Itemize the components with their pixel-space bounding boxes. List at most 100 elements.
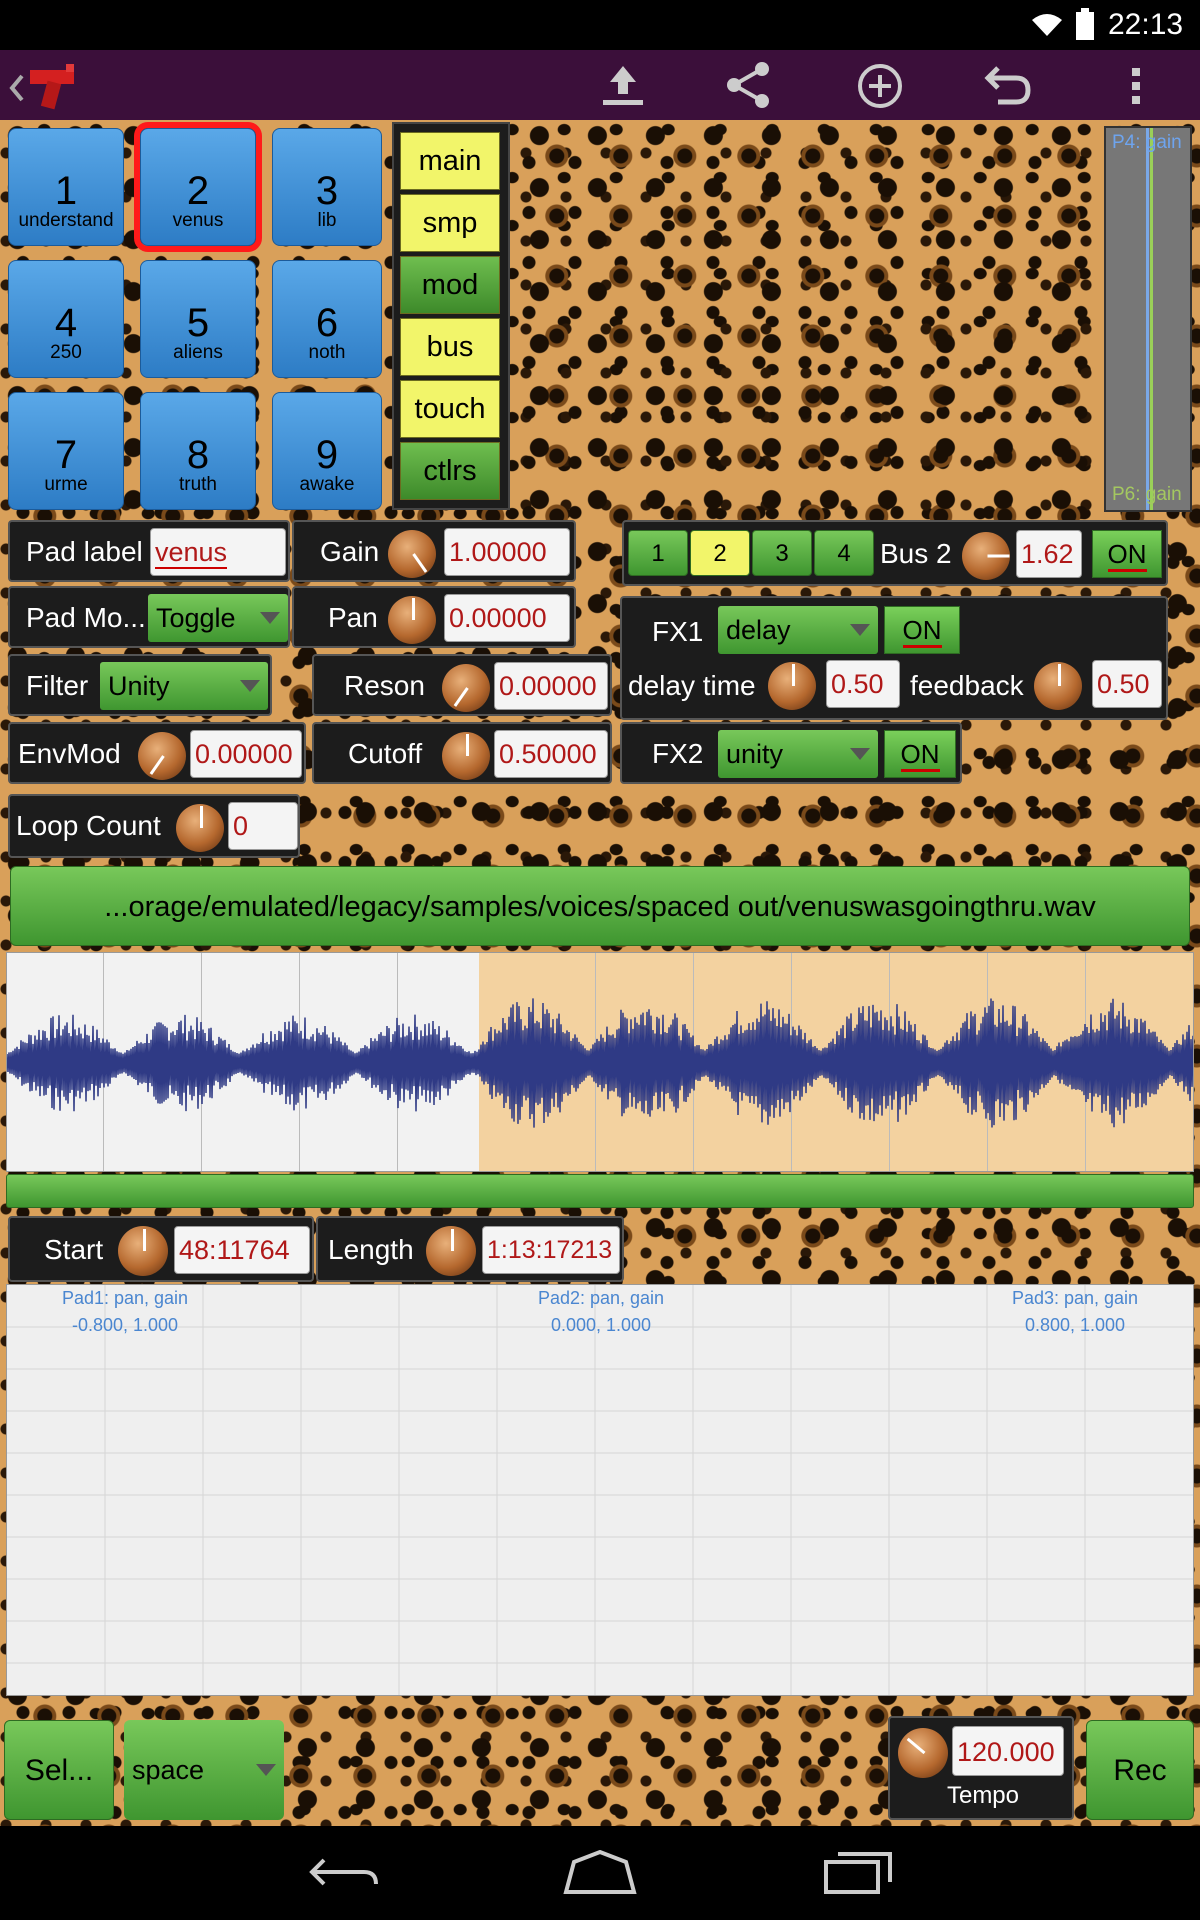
- bus-button-1[interactable]: 1: [628, 530, 688, 576]
- length-input[interactable]: 1:13:17213: [482, 1226, 620, 1274]
- upload-icon[interactable]: [598, 62, 648, 108]
- status-bar: 22:13: [0, 0, 1200, 50]
- pad-label: urme: [44, 474, 88, 495]
- filter-label: Filter: [26, 670, 89, 701]
- filter-dropdown[interactable]: Unity: [100, 662, 268, 710]
- delay-time-knob[interactable]: [768, 662, 816, 710]
- bus-button-3[interactable]: 3: [752, 530, 812, 576]
- pad-1[interactable]: 1 understand: [8, 128, 124, 246]
- pad-number: 9: [315, 433, 339, 477]
- undo-icon[interactable]: [984, 62, 1032, 110]
- waveform-view[interactable]: [6, 952, 1194, 1172]
- length-panel: Length 1:13:17213: [316, 1216, 624, 1282]
- reson-panel: Reson 0.00000: [312, 654, 612, 716]
- clock: 22:13: [1108, 8, 1184, 41]
- pad-number: 6: [315, 301, 339, 345]
- pad-mode-label: Pad Mo...: [26, 602, 146, 633]
- tempo-input[interactable]: 120.000: [952, 1726, 1064, 1776]
- fx2-on-button[interactable]: ON: [884, 730, 956, 778]
- xy-pad-area[interactable]: Pad1: pan, gain -0.800, 1.000 Pad2: pan,…: [6, 1284, 1194, 1696]
- length-knob[interactable]: [426, 1226, 476, 1276]
- action-bar: [0, 50, 1200, 120]
- start-label: Start: [44, 1234, 104, 1265]
- pad-label-input[interactable]: venus: [150, 528, 286, 576]
- bus-button-2[interactable]: 2: [690, 530, 750, 576]
- delay-time-input[interactable]: 0.50: [826, 660, 900, 708]
- bus-button-4[interactable]: 4: [814, 530, 874, 576]
- xy-grid: [7, 1285, 1193, 1695]
- cutoff-input[interactable]: 0.50000: [494, 730, 608, 778]
- overflow-menu-icon[interactable]: [1124, 62, 1148, 110]
- pad-number: 1: [54, 169, 78, 213]
- tab-bus[interactable]: bus: [400, 318, 500, 376]
- feedback-input[interactable]: 0.50: [1092, 660, 1162, 708]
- tempo-knob[interactable]: [898, 1728, 948, 1778]
- tab-main[interactable]: main: [400, 132, 500, 190]
- gain-input[interactable]: 1.00000: [444, 528, 570, 576]
- pad-label: noth: [308, 342, 346, 363]
- mode-dropdown[interactable]: space: [124, 1720, 284, 1820]
- xy-pad1-title: Pad1: pan, gain: [61, 1288, 189, 1308]
- tab-touch[interactable]: touch: [400, 380, 500, 438]
- pad-2[interactable]: 2 venus: [134, 122, 262, 252]
- fx2-effect-dropdown[interactable]: unity: [718, 730, 878, 778]
- nav-recents-icon[interactable]: [822, 1850, 894, 1894]
- gain-knob[interactable]: [388, 530, 436, 578]
- fx1-label: FX1: [652, 616, 704, 647]
- nav-back-icon[interactable]: [308, 1852, 380, 1892]
- app-logo-icon[interactable]: [26, 58, 82, 112]
- cutoff-panel: Cutoff 0.50000: [312, 722, 612, 784]
- reson-label: Reson: [344, 670, 425, 701]
- start-knob[interactable]: [118, 1226, 168, 1276]
- pan-label: Pan: [328, 602, 378, 633]
- pad-5[interactable]: 5 aliens: [140, 260, 256, 378]
- waveform-scrollbar[interactable]: [6, 1174, 1194, 1208]
- gain-label: Gain: [320, 536, 380, 567]
- pan-knob[interactable]: [388, 596, 436, 644]
- reson-knob[interactable]: [442, 664, 490, 712]
- feedback-knob[interactable]: [1034, 662, 1082, 710]
- feedback-label: feedback: [910, 670, 1024, 701]
- add-icon[interactable]: [856, 62, 904, 110]
- pad-6[interactable]: 6 noth: [272, 260, 382, 378]
- fx2-label: FX2: [652, 738, 704, 769]
- fx1-on-button[interactable]: ON: [884, 606, 960, 654]
- envmod-knob[interactable]: [138, 732, 186, 780]
- bus-knob[interactable]: [962, 532, 1010, 580]
- share-icon[interactable]: [724, 60, 774, 110]
- back-chevron-icon[interactable]: [6, 66, 26, 106]
- pad-9[interactable]: 9 awake: [272, 392, 382, 510]
- tab-mod[interactable]: mod: [400, 256, 500, 314]
- bus-input[interactable]: 1.62: [1016, 530, 1082, 578]
- pad-mode-dropdown[interactable]: Toggle: [148, 594, 288, 642]
- loop-count-knob[interactable]: [176, 804, 224, 852]
- tempo-label: Tempo: [946, 1782, 1020, 1809]
- fx1-effect-dropdown[interactable]: delay: [718, 606, 878, 654]
- reson-input[interactable]: 0.00000: [494, 662, 608, 710]
- pad-8[interactable]: 8 truth: [140, 392, 256, 510]
- bus-panel: 1 2 3 4 Bus 2 1.62 ON: [622, 520, 1168, 586]
- pad-label: 250: [50, 342, 82, 363]
- select-button[interactable]: Sel...: [4, 1720, 114, 1820]
- gain-meter[interactable]: P4: gain P6: gain: [1104, 126, 1192, 512]
- bus-on-button[interactable]: ON: [1092, 530, 1162, 578]
- tab-smp[interactable]: smp: [400, 194, 500, 252]
- envmod-input[interactable]: 0.00000: [190, 730, 302, 778]
- nav-home-icon[interactable]: [562, 1849, 638, 1894]
- pad-3[interactable]: 3 lib: [272, 128, 382, 246]
- pad-label: truth: [178, 474, 218, 495]
- pad-4[interactable]: 4 250: [8, 260, 124, 378]
- xy-pad2-title: Pad2: pan, gain: [537, 1288, 665, 1308]
- pan-input[interactable]: 0.00000: [444, 594, 570, 642]
- cutoff-knob[interactable]: [442, 732, 490, 780]
- loop-count-input[interactable]: 0: [228, 802, 298, 850]
- pad-label: venus: [172, 210, 224, 231]
- record-button[interactable]: Rec: [1086, 1720, 1194, 1820]
- pad-number: 3: [315, 169, 339, 213]
- sample-path-button[interactable]: ...orage/emulated/legacy/samples/voices/…: [10, 866, 1190, 946]
- pad-7[interactable]: 7 urme: [8, 392, 124, 510]
- start-input[interactable]: 48:11764: [174, 1226, 310, 1274]
- tab-ctlrs[interactable]: ctlrs: [400, 442, 500, 500]
- fx2-panel: FX2 unity ON: [620, 722, 962, 784]
- pan-panel: Pan 0.00000: [292, 586, 576, 648]
